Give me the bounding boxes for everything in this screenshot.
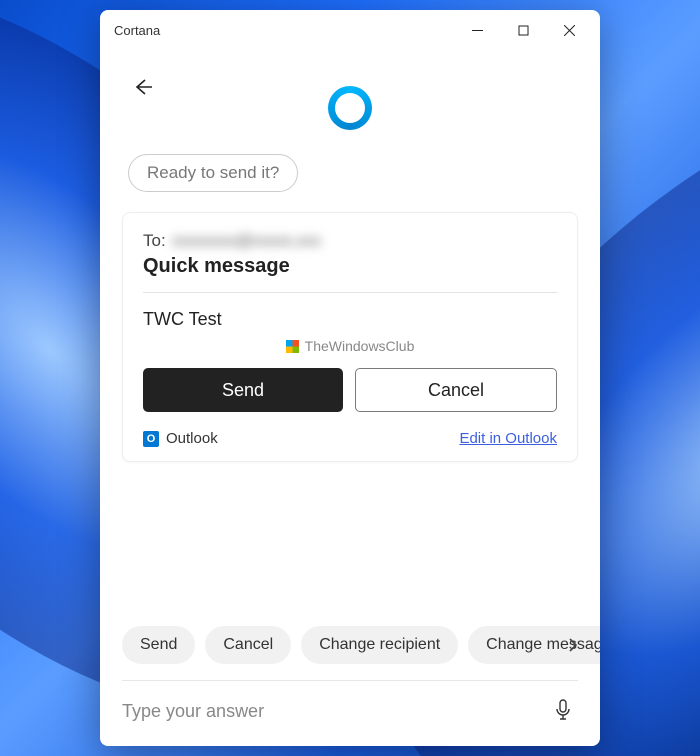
chip-send[interactable]: Send (122, 626, 195, 664)
cortana-logo-icon (328, 86, 372, 130)
answer-input[interactable] (122, 701, 538, 722)
email-compose-card: To: xxxxxxxx@xxxxx.xxx Quick message TWC… (122, 212, 578, 462)
chevron-right-icon (566, 638, 580, 652)
maximize-button[interactable] (500, 14, 546, 46)
to-row: To: xxxxxxxx@xxxxx.xxx (143, 231, 557, 251)
send-button[interactable]: Send (143, 368, 343, 412)
close-button[interactable] (546, 14, 592, 46)
chip-cancel[interactable]: Cancel (205, 626, 291, 664)
cortana-window: Cortana Ready to send it? To: xxxxxxxx@x… (100, 10, 600, 746)
microphone-icon (554, 699, 572, 721)
assistant-prompt: Ready to send it? (128, 154, 298, 192)
email-subject: Quick message (143, 255, 557, 293)
minimize-button[interactable] (454, 14, 500, 46)
email-body: TWC Test (143, 293, 557, 336)
outlook-source: O Outlook (143, 430, 218, 447)
windowsclub-logo-icon (286, 340, 299, 353)
to-label: To: (143, 231, 166, 251)
suggestion-chips-row: Send Cancel Change recipient Change mess… (100, 626, 600, 664)
content-area: Ready to send it? To: xxxxxxxx@xxxxx.xxx… (100, 50, 600, 746)
chip-change-recipient[interactable]: Change recipient (301, 626, 458, 664)
outlook-label-text: Outlook (166, 430, 218, 447)
maximize-icon (518, 25, 529, 36)
edit-in-outlook-link[interactable]: Edit in Outlook (459, 430, 557, 447)
window-title: Cortana (114, 23, 454, 38)
titlebar: Cortana (100, 10, 600, 50)
back-arrow-icon (132, 76, 154, 98)
watermark-text: TheWindowsClub (305, 338, 415, 354)
back-button[interactable] (128, 72, 158, 105)
card-button-row: Send Cancel (143, 368, 557, 412)
to-value: xxxxxxxx@xxxxx.xxx (172, 231, 321, 251)
card-footer: O Outlook Edit in Outlook (143, 430, 557, 447)
chips-scroll-right-button[interactable] (560, 632, 586, 658)
microphone-button[interactable] (548, 695, 578, 728)
minimize-icon (472, 25, 483, 36)
input-row (122, 680, 578, 728)
close-icon (564, 25, 575, 36)
cancel-button[interactable]: Cancel (355, 368, 557, 412)
watermark: TheWindowsClub (143, 338, 557, 354)
outlook-icon: O (143, 431, 159, 447)
